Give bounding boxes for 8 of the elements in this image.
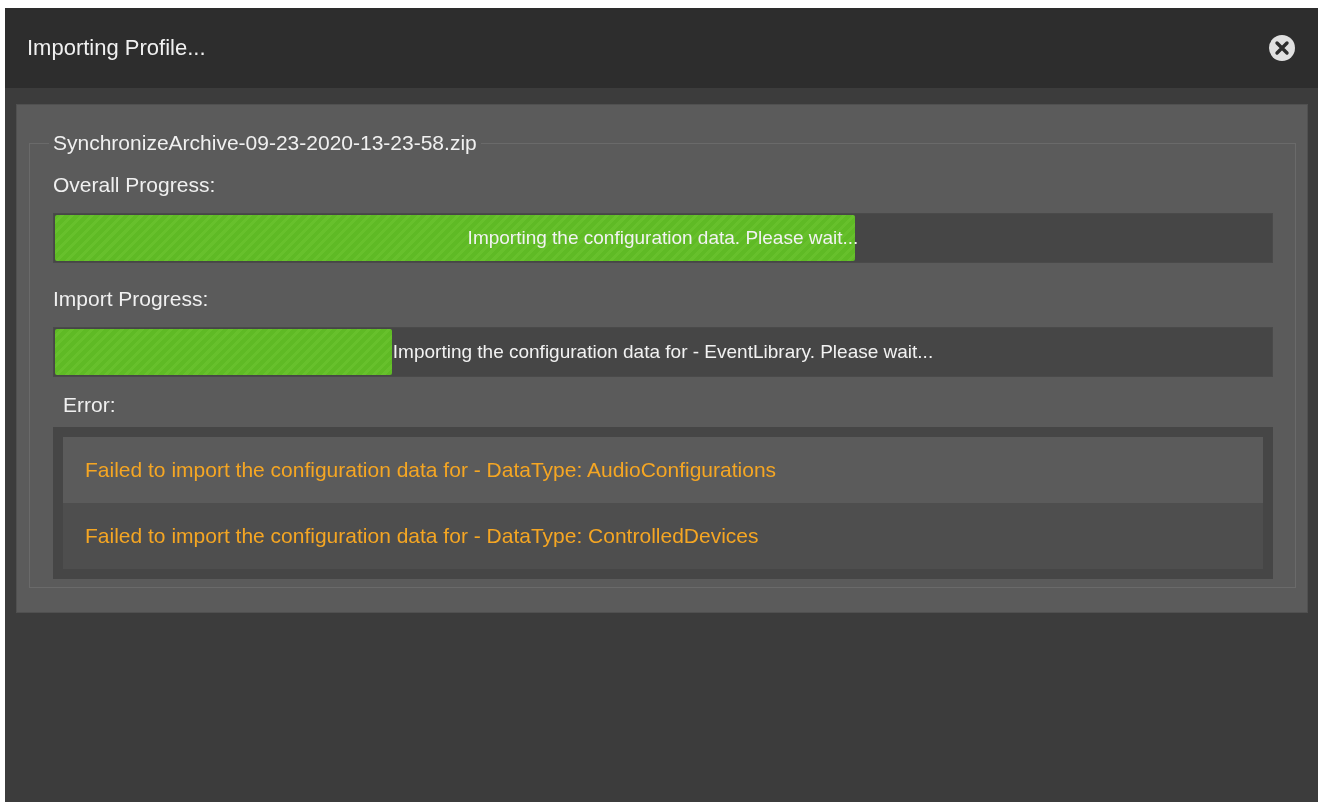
progress-text: Importing the configuration data for - EventLibrary. Please wait... bbox=[392, 341, 934, 363]
error-message: Failed to import the configuration data for - DataType: AudioConfigurations bbox=[63, 437, 1263, 503]
error-label: Error: bbox=[63, 393, 117, 417]
progress-label: Overall Progress: bbox=[53, 173, 217, 197]
window-title: Importing Profile... bbox=[27, 35, 206, 61]
close-icon[interactable] bbox=[1268, 34, 1296, 62]
error-message: Failed to import the configuration data for - DataType: ControlledDevices bbox=[63, 503, 1263, 569]
progress-label: Import Progress: bbox=[53, 287, 210, 311]
